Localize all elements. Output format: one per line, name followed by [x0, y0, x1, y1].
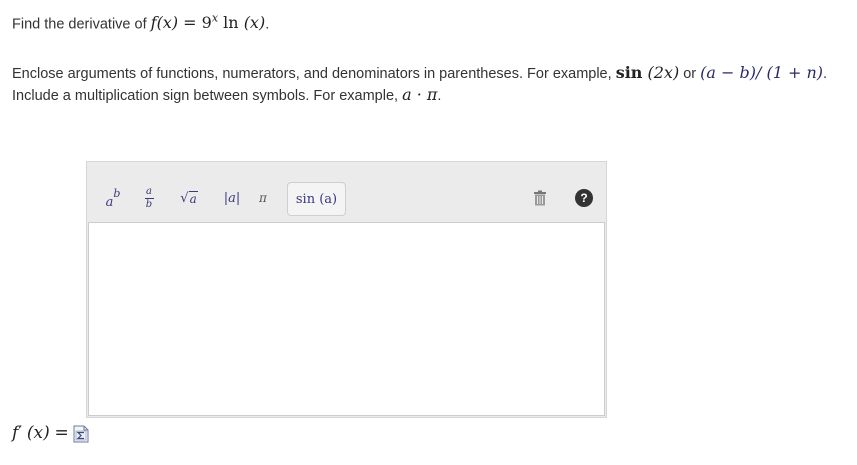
instruction-text-2: Include a multiplication sign between sy…	[12, 88, 399, 104]
ln-function: ln	[223, 13, 239, 33]
answer-input-area[interactable]	[88, 222, 605, 416]
fraction-numerator: a	[146, 185, 152, 197]
equals-sign: =	[183, 13, 197, 33]
exponent: x	[211, 12, 219, 25]
answer-prime: ′	[18, 423, 23, 443]
abs-label: |a|	[223, 190, 241, 206]
example-sin-fn: sin	[615, 63, 643, 82]
function-args: (x)	[156, 13, 179, 33]
answer-label: f ′ (x) =	[12, 423, 89, 443]
question-function: f(x) = 9x ln (x)	[151, 12, 266, 33]
sqrt-button[interactable]: √ a	[172, 182, 206, 214]
sin-label: sin (a)	[295, 191, 338, 207]
power-exponent: b	[113, 186, 121, 200]
answer-equals: =	[54, 423, 69, 443]
instruction-end-2: .	[437, 88, 442, 104]
example-sin-arg: (2x)	[647, 63, 680, 82]
sin-button[interactable]: sin (a)	[287, 182, 346, 216]
question-text: Find the derivative of f(x) = 9x ln (x).	[12, 12, 269, 32]
question-prefix: Find the derivative of	[12, 16, 147, 33]
instruction-end-1: .	[823, 66, 828, 82]
pi-button[interactable]: π	[252, 182, 274, 214]
power-base: a	[105, 194, 114, 210]
help-icon: ?	[575, 189, 593, 207]
exponent-base: 9	[201, 13, 212, 33]
help-button[interactable]: ?	[569, 182, 599, 214]
example-sin: sin (2x)	[616, 63, 680, 82]
pi-label: π	[259, 191, 267, 205]
sqrt-symbol: √	[180, 190, 189, 206]
question-period: .	[265, 16, 270, 33]
instruction-line-2: Include a multiplication sign between sy…	[12, 85, 441, 104]
answer-args: (x)	[26, 423, 50, 443]
clear-button[interactable]	[525, 182, 555, 214]
trash-icon	[534, 190, 546, 206]
power-button[interactable]: ab	[96, 182, 130, 214]
instruction-line-1: Enclose arguments of functions, numerato…	[12, 63, 827, 82]
example-multiplication: a · π	[402, 85, 438, 104]
math-editor: ab a b √ a |a| π sin (a) ?	[86, 161, 607, 418]
sigma-document-icon[interactable]	[73, 425, 89, 443]
ln-args: (x)	[243, 13, 266, 33]
fraction-denominator: b	[145, 198, 153, 210]
example-fraction: (a − b)/ (1 + n)	[700, 63, 824, 82]
absolute-value-button[interactable]: |a|	[217, 182, 247, 214]
instruction-or: or	[683, 66, 697, 82]
sqrt-argument: a	[188, 190, 198, 206]
math-toolbar: ab a b √ a |a| π sin (a) ?	[87, 162, 606, 222]
instruction-text-1: Enclose arguments of functions, numerato…	[12, 66, 612, 82]
fraction-button[interactable]: a b	[134, 182, 164, 214]
